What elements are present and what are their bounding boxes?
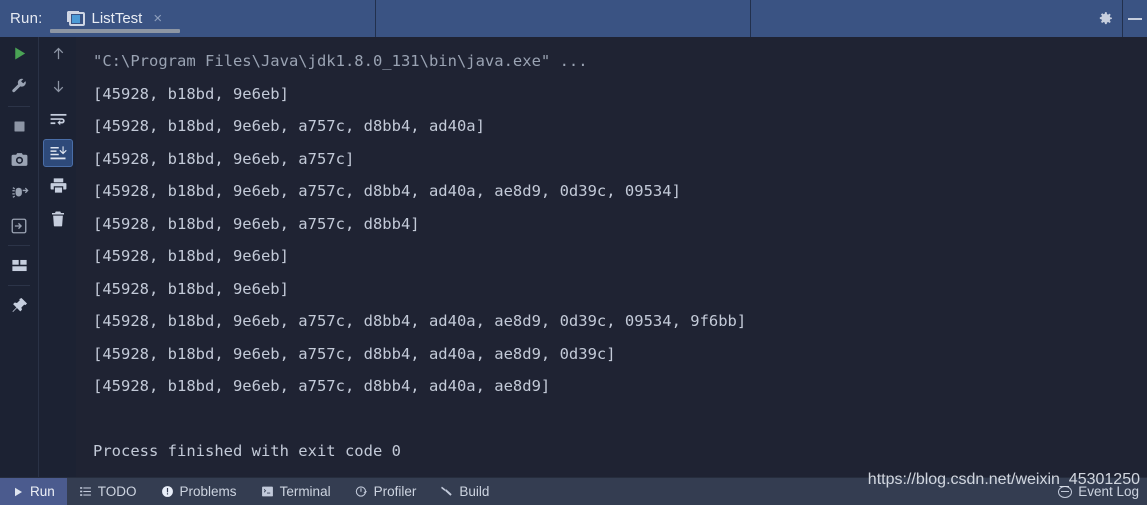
- arrow-up-icon: [53, 47, 63, 60]
- bug-arrow-icon: [11, 187, 29, 198]
- thread-dump-button[interactable]: [0, 176, 38, 209]
- selected-state-box: [43, 138, 73, 167]
- console-output[interactable]: "C:\Program Files\Java\jdk1.8.0_131\bin\…: [76, 37, 1147, 478]
- console-line: [45928, b18bd, 9e6eb, a757c]: [93, 149, 355, 168]
- pin-icon: [11, 297, 27, 312]
- hammer-icon: [441, 486, 453, 496]
- status-item-label: Run: [30, 484, 55, 499]
- clear-all-button[interactable]: [39, 202, 77, 235]
- console-line: [45928, b18bd, 9e6eb]: [93, 247, 289, 265]
- console-line: [45928, b18bd, 9e6eb, a757c, d8bb4, ad40…: [93, 182, 681, 200]
- arrow-down-icon: [53, 80, 63, 93]
- status-item-run[interactable]: Run: [0, 478, 67, 505]
- gear-icon: [1099, 12, 1112, 25]
- console-line: [45928, b18bd, 9e6eb, a757c, d8bb4, ad40…: [93, 344, 616, 363]
- soft-wrap-icon: [50, 113, 66, 126]
- status-bar: Run TODO Problems Terminal Profiler Buil…: [0, 477, 1147, 505]
- console-line: [45928, b18bd, 9e6eb, a757c, d8bb4]: [93, 214, 420, 233]
- run-configurations-button[interactable]: [0, 70, 38, 103]
- status-item-profiler[interactable]: Profiler: [343, 478, 429, 505]
- stop-square-icon: [14, 121, 24, 132]
- active-tab-indicator: [50, 29, 180, 33]
- toolbar-separator-3: [8, 285, 30, 286]
- console-line: [45928, b18bd, 9e6eb, a757c, d8bb4, ad40…: [93, 377, 551, 395]
- status-item-label: TODO: [97, 484, 137, 499]
- minimize-icon: [1127, 17, 1142, 20]
- close-icon[interactable]: ×: [153, 11, 162, 26]
- trash-icon: [52, 211, 64, 226]
- status-item-label: Profiler: [373, 484, 417, 499]
- status-item-build[interactable]: Build: [428, 478, 501, 505]
- exclamation-circle-icon: [161, 486, 173, 497]
- screenshot-button[interactable]: [0, 143, 38, 176]
- wrench-icon: [12, 78, 26, 92]
- run-label: Run:: [10, 10, 43, 27]
- run-actions-toolbar: [0, 37, 38, 478]
- console-line: "C:\Program Files\Java\jdk1.8.0_131\bin\…: [93, 52, 588, 70]
- console-line: [45928, b18bd, 9e6eb, a757c, d8bb4, ad40…: [93, 117, 485, 135]
- run-tool-window-header: Run: ListTest ×: [0, 0, 1147, 37]
- scroll-to-end-button[interactable]: [39, 136, 77, 169]
- settings-button[interactable]: [1088, 0, 1122, 37]
- console-window-icon: [66, 10, 85, 26]
- header-actions: [1088, 0, 1147, 37]
- console-line: Process finished with exit code 0: [93, 442, 401, 460]
- import-arrow-icon: [11, 218, 27, 233]
- previous-occurrence-button[interactable]: [39, 37, 77, 70]
- status-item-terminal[interactable]: Terminal: [249, 478, 343, 505]
- scroll-to-end-icon: [50, 145, 67, 159]
- toolbar-separator-2: [8, 245, 30, 246]
- play-icon: [14, 47, 25, 60]
- toolbar-separator-1: [8, 106, 30, 107]
- console-line: [45928, b18bd, 9e6eb]: [93, 84, 289, 103]
- profiler-icon: [355, 486, 367, 497]
- ide-run-window: Run: ListTest × "C:\Program Files\Java\j…: [0, 0, 1147, 505]
- list-icon: [79, 487, 91, 496]
- header-divider-2: [750, 0, 751, 37]
- layout-icon: [11, 259, 27, 272]
- soft-wrap-button[interactable]: [39, 103, 77, 136]
- event-log-icon: [1058, 485, 1073, 498]
- stop-button[interactable]: [0, 110, 38, 143]
- status-item-event-log[interactable]: Event Log: [1058, 478, 1139, 505]
- next-occurrence-button[interactable]: [39, 70, 77, 103]
- console-actions-toolbar: [38, 37, 77, 478]
- layout-button[interactable]: [0, 249, 38, 282]
- event-log-label: Event Log: [1078, 484, 1139, 499]
- export-button[interactable]: [0, 209, 38, 242]
- rerun-button[interactable]: [0, 37, 38, 70]
- pin-tab-button[interactable]: [0, 289, 38, 322]
- status-item-label: Build: [459, 484, 490, 499]
- header-divider-1: [375, 0, 376, 37]
- play-icon: [15, 487, 22, 496]
- terminal-icon: [261, 486, 273, 497]
- status-item-todo[interactable]: TODO: [67, 478, 149, 505]
- tab-label: ListTest: [91, 10, 143, 27]
- status-item-problems[interactable]: Problems: [149, 478, 249, 505]
- console-line: [45928, b18bd, 9e6eb, a757c, d8bb4, ad40…: [93, 312, 747, 330]
- status-item-label: Problems: [179, 484, 237, 499]
- status-item-label: Terminal: [279, 484, 331, 499]
- console-line: [45928, b18bd, 9e6eb]: [93, 279, 289, 298]
- camera-icon: [11, 153, 27, 166]
- print-button[interactable]: [39, 169, 77, 202]
- printer-icon: [50, 178, 66, 193]
- minimize-button[interactable]: [1122, 0, 1147, 37]
